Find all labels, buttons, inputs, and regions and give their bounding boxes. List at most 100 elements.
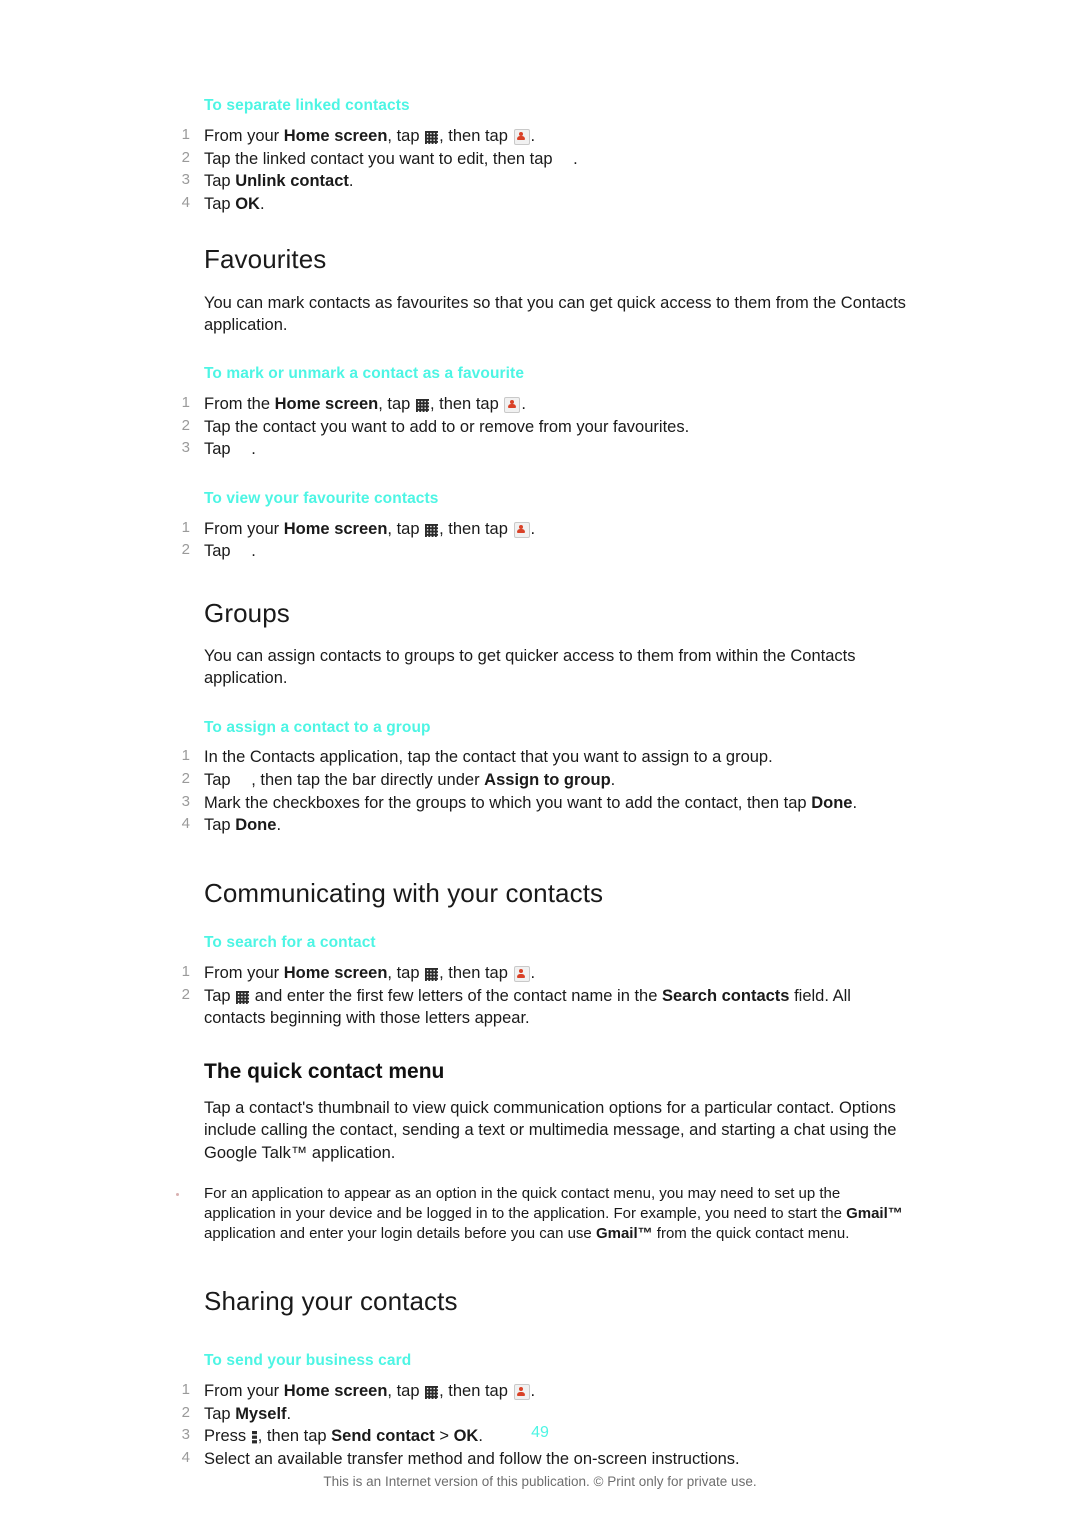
step-text: In the Contacts application, tap the con… (204, 748, 773, 767)
step-text-post: . (530, 1382, 536, 1401)
step-text-mid2: , then tap (439, 126, 513, 145)
step-text-a: Tap the linked contact you want to edit,… (204, 149, 558, 168)
step-item: 1 In the Contacts application, tap the c… (172, 746, 912, 769)
step-text-post: . (610, 771, 616, 790)
step-text-bold: Search contacts (662, 986, 790, 1005)
step-text-mid2: , then tap (439, 1382, 513, 1401)
steps-assign-contact-to-group: 1 In the Contacts application, tap the c… (172, 746, 912, 836)
step-text-mid: , tap (378, 394, 415, 413)
step-text-post: . (276, 816, 282, 835)
step-number: 3 (181, 171, 190, 189)
steps-view-favourite-contacts: 1 From your Home screen, tap , then tap … (172, 518, 912, 563)
step-item: 2 Tap . (172, 540, 912, 563)
step-number: 4 (181, 193, 190, 211)
step-text-mid: , tap (387, 126, 425, 145)
paragraph-quick-contact-menu: Tap a contact's thumbnail to view quick … (204, 1099, 897, 1162)
step-item: 3 Tap . (172, 438, 912, 461)
step-number: 3 (181, 792, 190, 810)
step-text-bold: Unlink contact (235, 172, 349, 191)
step-item: 2 Tap and enter the first few letters of… (172, 985, 912, 1030)
step-text-bold: OK (235, 194, 260, 213)
step-text-mid: , then tap the bar directly under (251, 771, 485, 790)
step-item: 2 Tap the linked contact you want to edi… (172, 148, 912, 171)
note-text-pre: For an application to appear as an optio… (204, 1184, 847, 1223)
step-text-b: . (573, 149, 578, 168)
step-text-post: . (852, 793, 858, 812)
step-text-pre: Tap (204, 172, 236, 191)
step-item: 4 Select an available transfer method an… (172, 1448, 912, 1471)
step-text-mid2: , then tap (439, 964, 513, 983)
step-item: 2 Tap the contact you want to add to or … (172, 416, 912, 439)
contacts-icon (513, 966, 530, 983)
step-text-pre: Tap (204, 1404, 236, 1423)
note-text-mid: application and enter your login details… (204, 1225, 596, 1243)
step-number: 2 (181, 985, 190, 1003)
step-item: 1 From your Home screen, tap , then tap … (172, 962, 912, 985)
step-text-mid2: , then tap (439, 519, 513, 538)
step-text-post: . (259, 194, 265, 213)
page-number: 49 (531, 1424, 549, 1441)
note-text-post: from the quick contact menu. (652, 1225, 850, 1243)
step-text-mid: and enter the first few letters of the c… (250, 986, 662, 1005)
heading-to-separate-linked-contacts: To separate linked contacts (204, 97, 410, 114)
step-item: 4 Tap Done. (172, 814, 912, 837)
step-text-mid: , tap (387, 1382, 425, 1401)
document-page: To separate linked contacts 1 From your … (0, 0, 1080, 1527)
contacts-icon (513, 128, 530, 145)
steps-separate-linked-contacts: 1 From your Home screen, tap , then tap … (172, 125, 912, 215)
step-item: 1 From the Home screen, tap , then tap . (172, 393, 912, 416)
step-item: 1 From your Home screen, tap , then tap … (172, 125, 912, 148)
step-text-post: . (530, 964, 536, 983)
step-item: 2 Tap , then tap the bar directly under … (172, 769, 912, 792)
step-text-bold: Done (235, 816, 277, 835)
step-text-post: . (521, 394, 526, 413)
step-text-post: . (348, 172, 354, 191)
step-number: 1 (181, 125, 190, 143)
step-text-mid: , tap (387, 519, 425, 538)
step-text-pre: Tap (204, 816, 236, 835)
step-item: 1 From your Home screen, tap , then tap … (172, 518, 912, 541)
step-number: 1 (181, 518, 190, 536)
contacts-icon (513, 1384, 530, 1401)
step-text-post: . (530, 519, 536, 538)
missing-glyph-icon (236, 774, 250, 787)
step-text-bold: Home screen (274, 394, 379, 413)
step-number: 1 (181, 1381, 190, 1399)
heading-to-view-favourite-contacts: To view your favourite contacts (204, 489, 439, 507)
heading-groups: Groups (204, 597, 290, 628)
heading-to-assign-contact-to-group: To assign a contact to a group (204, 718, 431, 736)
step-text-pre: Tap (204, 542, 236, 561)
step-number: 2 (181, 148, 190, 166)
missing-glyph-icon (558, 153, 572, 166)
step-text-pre: Tap (204, 440, 236, 459)
missing-glyph-icon (236, 443, 250, 456)
grid-icon (425, 1386, 439, 1400)
step-text-pre: Tap (204, 771, 236, 790)
step-number: 1 (181, 393, 190, 411)
step-number: 4 (181, 1449, 190, 1467)
step-text-mid2: , then tap (429, 394, 504, 413)
step-text-pre: From your (204, 519, 284, 538)
contacts-icon (513, 521, 530, 538)
paragraph-groups-intro: You can assign contacts to groups to get… (204, 647, 856, 688)
step-text-pre: Mark the checkboxes for the groups to wh… (204, 793, 812, 812)
step-item: 1 From your Home screen, tap , then tap … (172, 1380, 912, 1403)
step-text-post: . (251, 542, 256, 561)
step-text-pre: From your (204, 126, 284, 145)
step-number: 2 (181, 541, 190, 559)
grid-icon (425, 130, 439, 144)
step-item: 4 Tap OK. (172, 193, 912, 216)
grid-icon (425, 968, 439, 982)
step-item: 3 Tap Unlink contact. (172, 170, 912, 193)
note-text-bold1: Gmail™ (846, 1205, 903, 1223)
step-text: Select an available transfer method and … (204, 1450, 740, 1469)
page-content: To separate linked contacts 1 From your … (172, 96, 912, 1471)
footer-copyright-note: This is an Internet version of this publ… (323, 1474, 757, 1489)
step-text-pre: Tap (204, 986, 236, 1005)
heading-to-mark-or-unmark-favourite: To mark or unmark a contact as a favouri… (204, 365, 525, 383)
heading-communicating-with-your-contacts: Communicating with your contacts (204, 877, 604, 908)
step-item: 2 Tap Myself. (172, 1403, 912, 1426)
step-number: 1 (181, 963, 190, 981)
step-text-post: . (286, 1404, 292, 1423)
contacts-icon (504, 396, 521, 413)
